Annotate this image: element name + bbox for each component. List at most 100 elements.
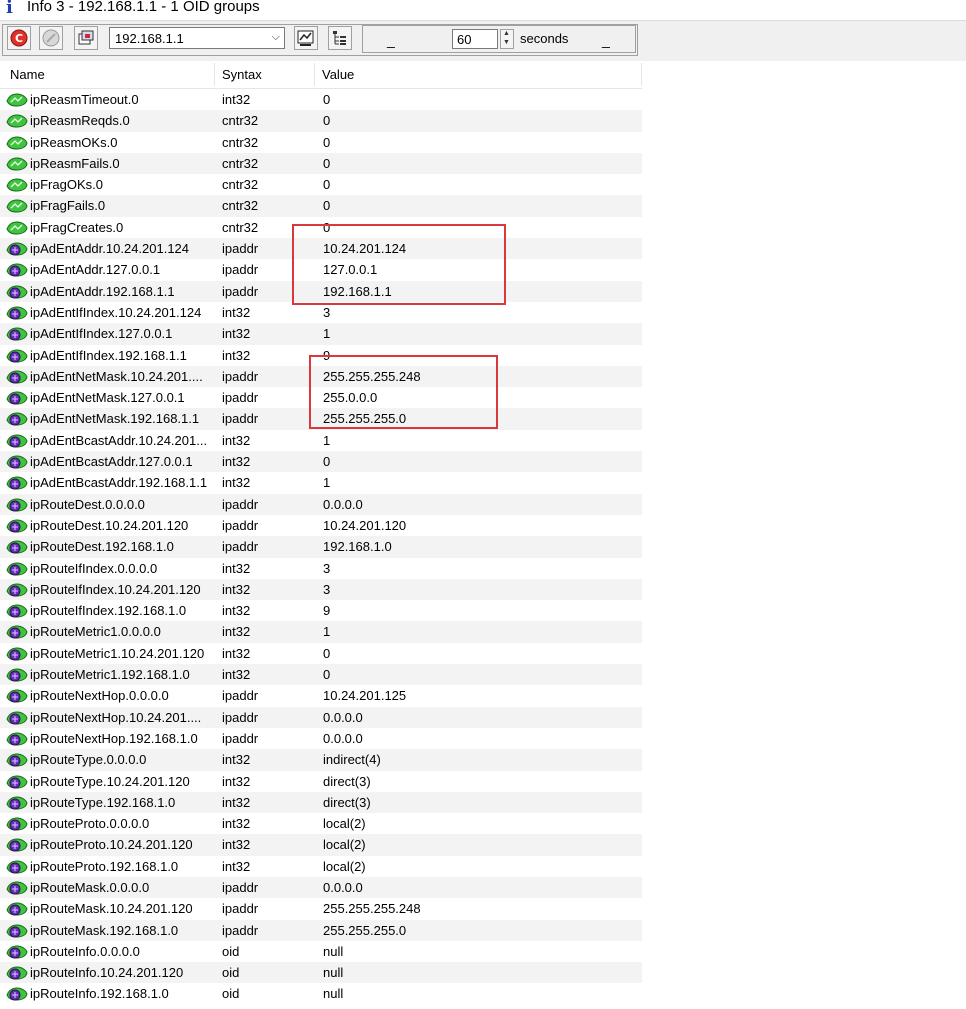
table-row[interactable]: ipFragOKs.0 cntr32 0 <box>0 174 642 195</box>
oid-name: ipRouteNextHop.192.168.1.0 <box>30 730 198 746</box>
oid-value: 1 <box>323 326 331 342</box>
oid-name: ipReasmFails.0 <box>30 155 120 171</box>
oid-syntax: ipaddr <box>222 517 259 533</box>
table-row[interactable]: ipAdEntIfIndex.127.0.0.1 int32 1 <box>0 323 642 345</box>
table-row[interactable]: ipReasmTimeout.0 int32 0 <box>0 89 642 110</box>
oid-table-icon <box>6 838 28 852</box>
table-row[interactable]: ipRouteIfIndex.10.24.201.120 int32 3 <box>0 578 642 601</box>
oid-table-icon <box>6 412 28 426</box>
table-row[interactable]: ipRouteInfo.192.168.1.0 oid null <box>0 983 642 1004</box>
oid-value: direct(3) <box>323 773 371 789</box>
table-row[interactable]: ipRouteProto.10.24.201.120 int32 local(2) <box>0 834 642 856</box>
table-row[interactable]: ipRouteNextHop.0.0.0.0 ipaddr 10.24.201.12… <box>0 685 642 706</box>
table-row[interactable]: ipRouteNextHop.10.24.201.... ipaddr 0.0.0.… <box>0 706 642 728</box>
oid-syntax: ipaddr <box>222 539 259 555</box>
oid-name: ipRouteProto.10.24.201.120 <box>30 837 193 853</box>
oid-value: 9 <box>323 603 331 619</box>
oid-name: ipFragOKs.0 <box>30 177 103 193</box>
oid-name: ipRouteType.0.0.0.0 <box>30 752 147 768</box>
table-row[interactable]: ipRouteMetric1.192.168.1.0 int32 0 <box>0 664 642 686</box>
oid-table-icon <box>6 370 28 384</box>
oid-table-icon <box>6 562 28 576</box>
host-combobox[interactable]: 192.168.1.1 ⌵ <box>109 27 285 49</box>
table-row[interactable]: ipRouteDest.0.0.0.0 ipaddr 0.0.0.0 <box>0 493 642 515</box>
table-row[interactable]: ipRouteProto.192.168.1.0 int32 local(2) <box>0 856 642 877</box>
table-row[interactable]: ipReasmOKs.0 cntr32 0 <box>0 132 642 153</box>
stop-button[interactable] <box>39 26 63 50</box>
table-row[interactable]: ipFragFails.0 cntr32 0 <box>0 195 642 217</box>
chevron-down-icon[interactable]: ⌵ <box>272 31 280 44</box>
column-divider[interactable] <box>214 63 215 86</box>
table-row[interactable]: ipRouteNextHop.192.168.1.0 ipaddr 0.0.0.0 <box>0 728 642 749</box>
oid-syntax: ipaddr <box>222 879 259 895</box>
table-row[interactable]: ipRouteType.0.0.0.0 int32 indirect(4) <box>0 749 642 771</box>
oid-table: Name Syntax Value ipReasmTimeout.0 int32 0… <box>0 61 966 1009</box>
interval-spinner[interactable]: ▲ ▼ <box>500 29 514 49</box>
interval-panel: _ 60 ▲ ▼ seconds _ <box>362 25 636 53</box>
table-row[interactable]: ipRouteMask.10.24.201.120 ipaddr 255.255.2… <box>0 898 642 919</box>
oid-value: local(2) <box>323 837 366 853</box>
oid-syntax: int32 <box>222 304 251 320</box>
oid-syntax: ipaddr <box>222 283 259 299</box>
table-row[interactable]: ipRouteInfo.0.0.0.0 oid null <box>0 941 642 962</box>
column-header-value[interactable]: Value <box>322 61 354 88</box>
oid-value: 0.0.0.0 <box>323 709 363 725</box>
window-options-button[interactable] <box>74 26 98 50</box>
graph-button[interactable] <box>294 26 318 50</box>
column-divider[interactable] <box>314 63 315 86</box>
table-row[interactable]: ipAdEntBcastAddr.192.168.1.1 int32 1 <box>0 472 642 493</box>
table-row[interactable]: ipRouteIfIndex.0.0.0.0 int32 3 <box>0 558 642 579</box>
oid-syntax: int32 <box>222 326 251 342</box>
oid-name: ipAdEntBcastAddr.10.24.201... <box>30 432 208 448</box>
oid-syntax: int32 <box>222 603 251 619</box>
oid-table-icon <box>6 242 28 256</box>
interval-dash-right: _ <box>602 32 610 48</box>
table-row[interactable]: ipAdEntIfIndex.10.24.201.124 int32 3 <box>0 302 642 323</box>
table-row[interactable]: ipRouteDest.10.24.201.120 ipaddr 10.24.201… <box>0 515 642 536</box>
stop-icon <box>42 29 60 47</box>
table-row[interactable]: ipRouteMetric1.10.24.201.120 int32 0 <box>0 643 642 664</box>
oid-table-icon <box>6 966 28 980</box>
start-icon: C <box>10 29 28 47</box>
oid-table-icon <box>6 519 28 533</box>
interval-dash-left: _ <box>387 32 395 48</box>
oid-name: ipFragCreates.0 <box>30 219 124 235</box>
host-value: 192.168.1.1 <box>115 31 184 46</box>
column-header-syntax[interactable]: Syntax <box>222 61 262 88</box>
tree-view-button[interactable] <box>328 26 352 50</box>
interval-unit-label: seconds <box>520 31 569 46</box>
column-divider[interactable] <box>641 63 642 86</box>
spin-down-icon[interactable]: ▼ <box>503 39 510 46</box>
table-row[interactable]: ipRouteMetric1.0.0.0.0 int32 1 <box>0 621 642 643</box>
table-row[interactable]: ipRouteMask.192.168.1.0 ipaddr 255.255.255… <box>0 919 642 941</box>
oid-table-icon <box>6 647 28 661</box>
start-button[interactable]: C <box>7 26 31 50</box>
table-row[interactable]: ipRouteType.10.24.201.120 int32 direct(3) <box>0 771 642 792</box>
info-icon: i <box>6 0 13 18</box>
table-row[interactable]: ipReasmFails.0 cntr32 0 <box>0 152 642 175</box>
table-row[interactable]: ipAdEntBcastAddr.10.24.201... int32 1 <box>0 430 642 451</box>
table-row[interactable]: ipAdEntBcastAddr.127.0.0.1 int32 0 <box>0 451 642 473</box>
oid-value: 0.0.0.0 <box>323 730 363 746</box>
oid-green-icon <box>6 114 28 128</box>
oid-value: null <box>323 986 344 1002</box>
oid-name: ipAdEntAddr.127.0.0.1 <box>30 262 161 278</box>
table-row[interactable]: ipReasmReqds.0 cntr32 0 <box>0 110 642 132</box>
interval-input[interactable]: 60 <box>452 29 498 49</box>
column-header-name[interactable]: Name <box>10 61 45 88</box>
table-row[interactable]: ipRouteProto.0.0.0.0 int32 local(2) <box>0 813 642 834</box>
table-row[interactable]: ipRouteInfo.10.24.201.120 oid null <box>0 962 642 984</box>
table-row[interactable]: ipRouteMask.0.0.0.0 ipaddr 0.0.0.0 <box>0 876 642 899</box>
oid-name: ipRouteNextHop.10.24.201.... <box>30 709 202 725</box>
table-row[interactable]: ipRouteType.192.168.1.0 int32 direct(3) <box>0 791 642 814</box>
oid-syntax: ipaddr <box>222 709 259 725</box>
table-row[interactable]: ipRouteIfIndex.192.168.1.0 int32 9 <box>0 600 642 621</box>
oid-syntax: cntr32 <box>222 134 259 150</box>
oid-syntax: ipaddr <box>222 262 259 278</box>
oid-syntax: ipaddr <box>222 688 259 704</box>
table-row[interactable]: ipRouteDest.192.168.1.0 ipaddr 192.168.1.0 <box>0 536 642 558</box>
oid-syntax: cntr32 <box>222 219 259 235</box>
oid-name: ipRouteIfIndex.192.168.1.0 <box>30 603 187 619</box>
oid-value: 0 <box>323 155 331 171</box>
spin-up-icon[interactable]: ▲ <box>503 30 510 37</box>
